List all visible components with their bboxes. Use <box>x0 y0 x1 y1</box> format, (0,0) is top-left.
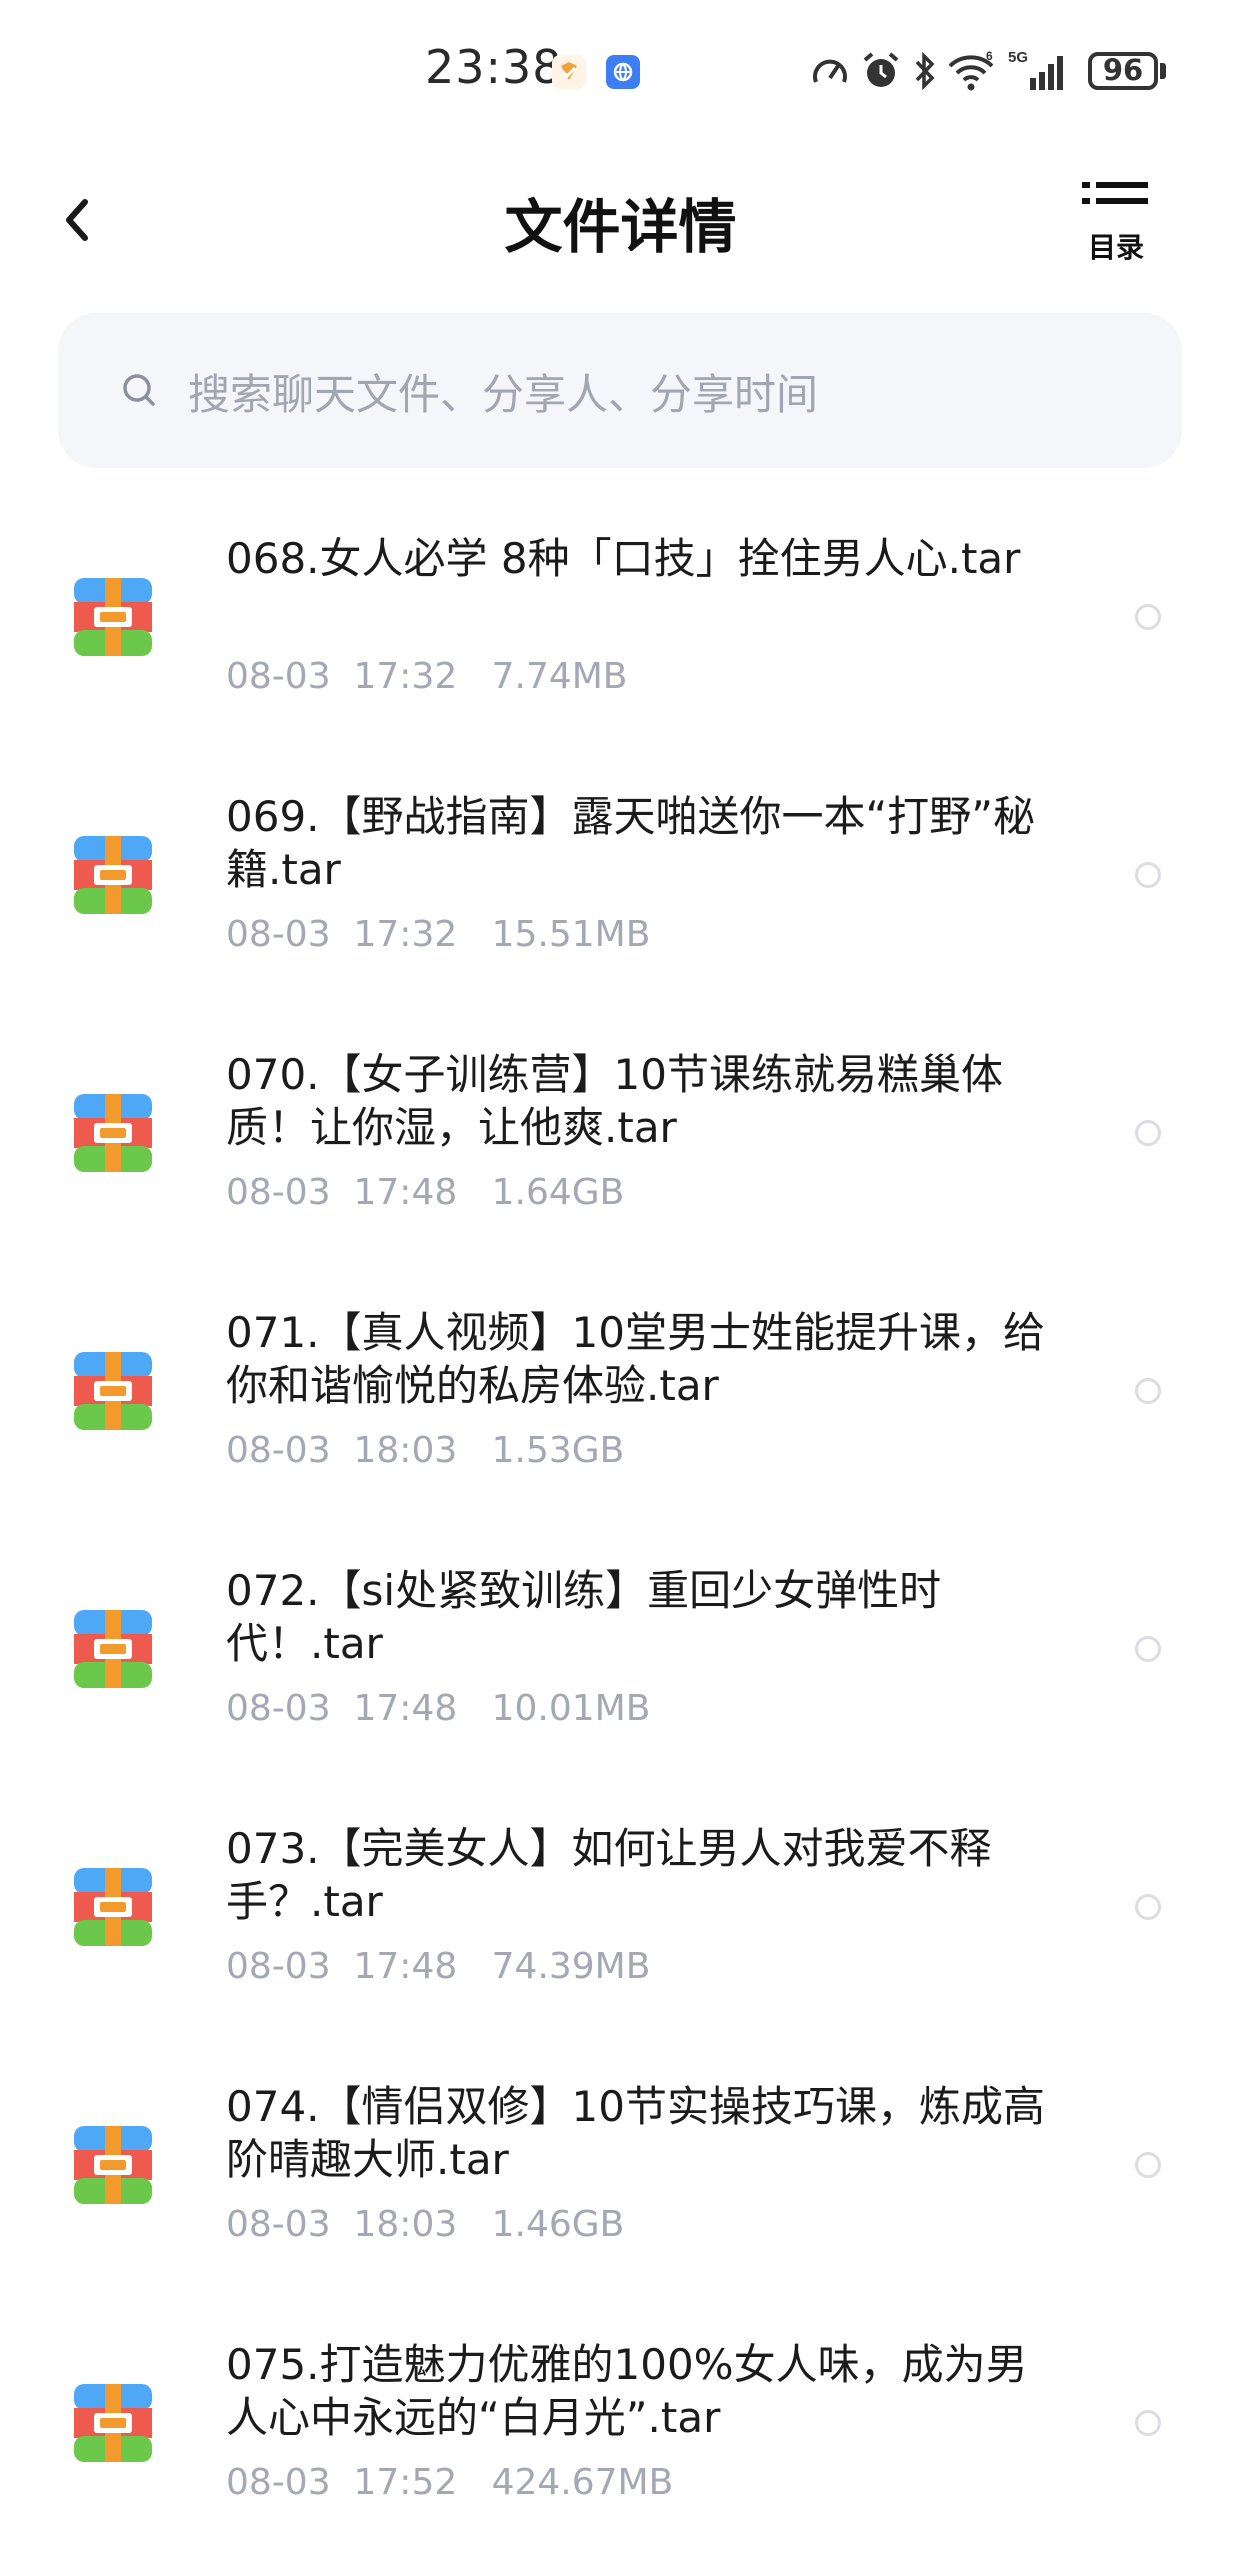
archive-file-icon <box>74 2384 152 2462</box>
file-item[interactable]: 068.女人必学 8种「口技」拴住男人心.tar 08-03 17:32 7.7… <box>0 510 1241 768</box>
page-title: 文件详情 <box>504 193 737 261</box>
alarm-icon <box>863 52 899 87</box>
archive-file-icon <box>74 1094 152 1172</box>
file-name: 073.【完美女人】如何让男人对我爱不释手？.tar <box>226 1824 992 1926</box>
select-radio[interactable] <box>1135 2410 1161 2436</box>
select-radio[interactable] <box>1135 862 1161 888</box>
file-size: 1.53GB <box>491 1430 625 1471</box>
search-icon <box>123 374 155 406</box>
file-size: 10.01MB <box>491 1688 651 1729</box>
file-date: 08-03 <box>226 1946 331 1987</box>
file-time: 17:48 <box>353 1688 458 1729</box>
file-size: 424.67MB <box>491 2462 674 2503</box>
select-radio[interactable] <box>1135 1894 1161 1920</box>
file-time: 17:48 <box>353 1946 458 1987</box>
file-meta: 08-03 17:48 1.64GB <box>226 1172 624 1213</box>
file-meta: 08-03 17:52 424.67MB <box>226 2462 673 2503</box>
search-field[interactable]: 搜索聊天文件、分享人、分享时间 <box>58 313 1182 468</box>
file-date: 08-03 <box>226 1688 331 1729</box>
battery-level: 96 <box>1102 53 1144 87</box>
select-radio[interactable] <box>1135 2152 1161 2178</box>
file-name: 074.【情侣双修】10节实操技巧课，炼成高阶晴趣大师.tar <box>226 2082 1045 2184</box>
file-item[interactable]: 070.【女子训练营】10节课练就易糕巢体质！让你湿，让他爽.tar 08-03… <box>0 1026 1241 1284</box>
archive-file-icon <box>74 1352 152 1430</box>
archive-file-icon <box>74 1868 152 1946</box>
file-item[interactable]: 071.【真人视频】10堂男士姓能提升课，给你和谐愉悦的私房体验.tar 08-… <box>0 1284 1241 1542</box>
file-time: 17:52 <box>353 2462 458 2503</box>
file-date: 08-03 <box>226 656 331 697</box>
file-time: 17:48 <box>353 1172 458 1213</box>
speed-icon <box>813 59 847 83</box>
file-item[interactable]: 074.【情侣双修】10节实操技巧课，炼成高阶晴趣大师.tar 08-03 18… <box>0 2058 1241 2316</box>
file-date: 08-03 <box>226 2204 331 2245</box>
file-meta: 08-03 17:48 74.39MB <box>226 1946 650 1987</box>
select-radio[interactable] <box>1135 1378 1161 1404</box>
header: 文件详情 目录 <box>0 150 1241 280</box>
file-name: 068.女人必学 8种「口技」拴住男人心.tar <box>226 534 1021 583</box>
browser-notification-icon <box>606 55 640 89</box>
battery-tip <box>1160 63 1166 79</box>
file-date: 08-03 <box>226 1172 331 1213</box>
file-item[interactable]: 069.【野战指南】露天啪送你一本“打野”秘籍.tar 08-03 17:32 … <box>0 768 1241 1026</box>
file-meta: 08-03 18:03 1.53GB <box>226 1430 624 1471</box>
file-meta: 08-03 18:03 1.46GB <box>226 2204 624 2245</box>
status-bar: 23:38 6 5G 96 <box>0 0 1241 150</box>
wifi-icon: 6 <box>948 50 994 91</box>
toc-button[interactable]: 目录 <box>1080 180 1160 270</box>
file-size: 1.46GB <box>491 2204 625 2245</box>
file-name: 069.【野战指南】露天啪送你一本“打野”秘籍.tar <box>226 792 1036 894</box>
file-item[interactable]: 073.【完美女人】如何让男人对我爱不释手？.tar 08-03 17:48 7… <box>0 1800 1241 2058</box>
signal-5g-icon: 5G <box>1008 49 1063 90</box>
file-size: 7.74MB <box>491 656 628 697</box>
select-radio[interactable] <box>1135 1120 1161 1146</box>
battery-icon: 96 <box>1088 52 1158 90</box>
svg-text:5G: 5G <box>1008 49 1028 66</box>
bluetooth-icon <box>915 51 935 91</box>
archive-file-icon <box>74 1610 152 1688</box>
toc-label: 目录 <box>1087 231 1144 264</box>
search-placeholder: 搜索聊天文件、分享人、分享时间 <box>188 370 819 419</box>
svg-text:6: 6 <box>986 50 993 63</box>
archive-file-icon <box>74 836 152 914</box>
select-radio[interactable] <box>1135 604 1161 630</box>
list-icon <box>1082 182 1148 204</box>
file-item[interactable]: 075.打造魅力优雅的100%女人味，成为男人心中永远的“白月光”.tar 08… <box>0 2316 1241 2574</box>
file-time: 17:32 <box>353 656 458 697</box>
file-name: 072.【si处紧致训练】重回少女弹性时代！.tar <box>226 1566 942 1668</box>
file-name: 070.【女子训练营】10节课练就易糕巢体质！让你湿，让他爽.tar <box>226 1050 1003 1152</box>
select-radio[interactable] <box>1135 1636 1161 1662</box>
file-meta: 08-03 17:48 10.01MB <box>226 1688 650 1729</box>
file-date: 08-03 <box>226 2462 331 2503</box>
file-item[interactable]: 072.【si处紧致训练】重回少女弹性时代！.tar 08-03 17:48 1… <box>0 1542 1241 1800</box>
file-meta: 08-03 17:32 7.74MB <box>226 656 628 697</box>
file-date: 08-03 <box>226 1430 331 1471</box>
file-size: 1.64GB <box>491 1172 625 1213</box>
archive-file-icon <box>74 2126 152 2204</box>
status-time: 23:38 <box>425 40 563 94</box>
file-date: 08-03 <box>226 914 331 955</box>
file-size: 15.51MB <box>491 914 651 955</box>
file-time: 18:03 <box>353 1430 458 1471</box>
archive-file-icon <box>74 578 152 656</box>
file-name: 071.【真人视频】10堂男士姓能提升课，给你和谐愉悦的私房体验.tar <box>226 1308 1045 1410</box>
file-time: 17:32 <box>353 914 458 955</box>
file-meta: 08-03 17:32 15.51MB <box>226 914 650 955</box>
file-time: 18:03 <box>353 2204 458 2245</box>
app-notification-icon <box>552 55 586 89</box>
file-name: 075.打造魅力优雅的100%女人味，成为男人心中永远的“白月光”.tar <box>226 2340 1028 2442</box>
file-size: 74.39MB <box>491 1946 651 1987</box>
